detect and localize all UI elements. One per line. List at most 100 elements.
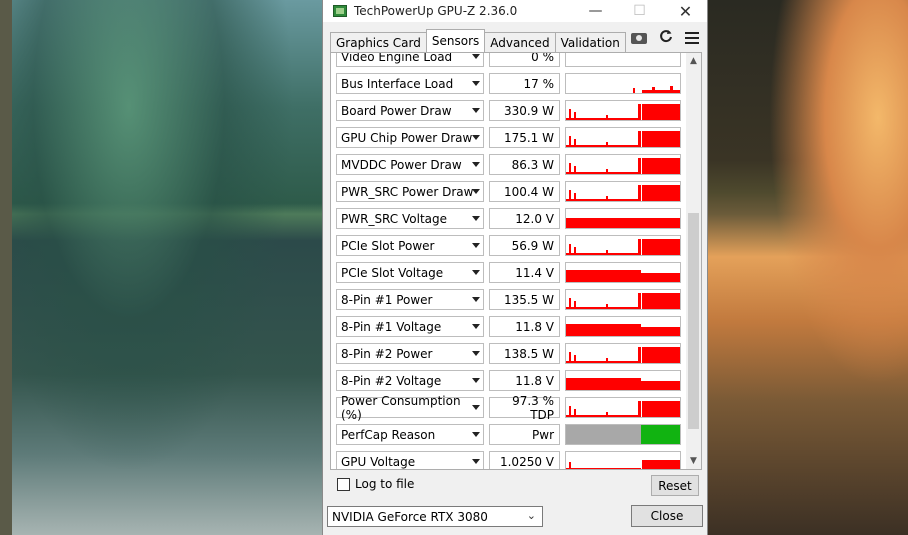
dropdown-arrow-icon xyxy=(472,351,480,356)
sensor-graph xyxy=(565,235,681,256)
tab-validation[interactable]: Validation xyxy=(554,32,626,52)
sensor-name-select[interactable]: 8-Pin #1 Voltage xyxy=(336,316,484,337)
sensor-value: 12.0 V xyxy=(489,208,560,229)
maximize-button[interactable]: ☐ xyxy=(617,0,662,22)
sensor-name-label: 8-Pin #2 Power xyxy=(341,346,433,361)
sensor-list: Video Engine Load 0 % Bus Interface Load 17… xyxy=(331,52,687,469)
chevron-down-icon: ⌄ xyxy=(526,509,536,522)
refresh-icon[interactable] xyxy=(659,29,673,47)
dropdown-arrow-icon xyxy=(472,189,480,194)
close-button[interactable]: Close xyxy=(631,505,703,527)
scroll-thumb[interactable] xyxy=(688,213,699,429)
sensor-name-label: 8-Pin #1 Power xyxy=(341,292,433,307)
dropdown-arrow-icon xyxy=(472,216,480,221)
sensor-name-select[interactable]: Power Consumption (%) xyxy=(336,394,484,422)
log-to-file-checkbox[interactable] xyxy=(337,477,350,491)
sensor-name-select[interactable]: Video Engine Load xyxy=(336,52,484,67)
sensor-name-select[interactable]: GPU Chip Power Draw xyxy=(336,127,484,148)
sensor-name-select[interactable]: PerfCap Reason xyxy=(336,424,484,445)
tab-bar: Graphics Card Sensors Advanced Validatio… xyxy=(330,29,626,52)
desktop-wallpaper-left xyxy=(0,0,322,535)
reset-button[interactable]: Reset xyxy=(651,475,699,496)
sensor-row: PWR_SRC Voltage 12.0 V xyxy=(331,205,687,232)
sensor-value: 0 % xyxy=(489,53,560,67)
sensor-graph xyxy=(565,451,681,469)
sensor-name-select[interactable]: MVDDC Power Draw xyxy=(336,154,484,175)
sensor-value: 97.3 % TDP xyxy=(489,394,560,422)
log-to-file-option[interactable]: Log to file xyxy=(337,477,414,491)
dropdown-arrow-icon xyxy=(472,162,480,167)
sensor-name-select[interactable]: 8-Pin #2 Power xyxy=(336,343,484,364)
tab-advanced[interactable]: Advanced xyxy=(484,32,556,52)
gpuz-app-icon xyxy=(333,5,347,17)
sensor-value: 11.4 V xyxy=(489,262,560,283)
sensor-row: Bus Interface Load 17 % xyxy=(331,70,687,97)
sensor-graph xyxy=(565,343,681,364)
dropdown-arrow-icon xyxy=(472,297,480,302)
sensor-name-label: PWR_SRC Power Draw xyxy=(341,184,474,199)
sensor-name-select[interactable]: GPU Voltage xyxy=(336,451,484,469)
gpu-select[interactable]: NVIDIA GeForce RTX 3080 ⌄ xyxy=(327,506,543,527)
sensor-row: GPU Chip Power Draw 175.1 W xyxy=(331,124,687,151)
sensor-name-select[interactable]: PCIe Slot Voltage xyxy=(336,262,484,283)
sensor-graph xyxy=(565,424,681,445)
dropdown-arrow-icon xyxy=(472,54,480,59)
sensor-name-select[interactable]: 8-Pin #1 Power xyxy=(336,289,484,310)
sensor-name-label: Video Engine Load xyxy=(341,52,453,64)
dropdown-arrow-icon xyxy=(472,432,480,437)
sensor-name-select[interactable]: PCIe Slot Power xyxy=(336,235,484,256)
sensor-value: Pwr xyxy=(489,424,560,445)
sensor-row: PCIe Slot Power 56.9 W xyxy=(331,232,687,259)
sensor-graph xyxy=(565,100,681,121)
scroll-down-icon[interactable]: ▼ xyxy=(686,453,701,469)
sensor-name-label: PCIe Slot Power xyxy=(341,238,435,253)
sensor-name-select[interactable]: Bus Interface Load xyxy=(336,73,484,94)
sensor-graph xyxy=(565,127,681,148)
sensor-row: Board Power Draw 330.9 W xyxy=(331,97,687,124)
sensor-row: 8-Pin #2 Voltage 11.8 V xyxy=(331,367,687,394)
sensor-graph xyxy=(565,208,681,229)
sensor-scrollbar[interactable]: ▲ ▼ xyxy=(686,53,701,469)
tab-sensors[interactable]: Sensors xyxy=(425,29,486,52)
log-to-file-label: Log to file xyxy=(355,477,415,491)
sensor-row: 8-Pin #1 Power 135.5 W xyxy=(331,286,687,313)
sensor-name-label: PerfCap Reason xyxy=(341,427,436,442)
close-window-button[interactable]: ✕ xyxy=(663,0,708,22)
sensor-value: 86.3 W xyxy=(489,154,560,175)
gpu-select-value: NVIDIA GeForce RTX 3080 xyxy=(332,509,488,524)
sensor-value: 135.5 W xyxy=(489,289,560,310)
dropdown-arrow-icon xyxy=(472,405,480,410)
dropdown-arrow-icon xyxy=(472,108,480,113)
dropdown-arrow-icon xyxy=(472,459,480,464)
sensor-graph xyxy=(565,73,681,94)
sensor-row: Power Consumption (%) 97.3 % TDP xyxy=(331,394,687,422)
sensor-value: 11.8 V xyxy=(489,370,560,391)
window-title: TechPowerUp GPU-Z 2.36.0 xyxy=(354,4,518,18)
sensor-value: 1.0250 V xyxy=(489,451,560,469)
title-bar[interactable]: TechPowerUp GPU-Z 2.36.0 — ☐ ✕ xyxy=(323,0,707,22)
menu-icon[interactable] xyxy=(685,32,699,44)
sensor-graph xyxy=(565,181,681,202)
sensor-name-label: 8-Pin #2 Voltage xyxy=(341,373,442,388)
sensor-row: GPU Voltage 1.0250 V xyxy=(331,448,687,469)
sensor-name-select[interactable]: PWR_SRC Voltage xyxy=(336,208,484,229)
dropdown-arrow-icon xyxy=(472,324,480,329)
sensor-name-label: PWR_SRC Voltage xyxy=(341,211,448,226)
sensor-name-select[interactable]: Board Power Draw xyxy=(336,100,484,121)
gpuz-window: TechPowerUp GPU-Z 2.36.0 — ☐ ✕ Graphics … xyxy=(322,0,708,535)
minimize-button[interactable]: — xyxy=(573,0,618,22)
sensor-row: 8-Pin #2 Power 138.5 W xyxy=(331,340,687,367)
sensor-name-label: GPU Voltage xyxy=(341,454,416,469)
tab-graphics-card[interactable]: Graphics Card xyxy=(330,32,427,52)
sensor-name-label: Board Power Draw xyxy=(341,103,452,118)
dropdown-arrow-icon xyxy=(472,270,480,275)
dropdown-arrow-icon xyxy=(472,378,480,383)
sensor-graph xyxy=(565,289,681,310)
sensor-graph xyxy=(565,316,681,337)
sensor-name-select[interactable]: PWR_SRC Power Draw xyxy=(336,181,484,202)
scroll-up-icon[interactable]: ▲ xyxy=(686,53,701,69)
camera-icon[interactable] xyxy=(631,32,647,44)
sensor-graph xyxy=(565,370,681,391)
sensor-name-select[interactable]: 8-Pin #2 Voltage xyxy=(336,370,484,391)
sensor-value: 138.5 W xyxy=(489,343,560,364)
